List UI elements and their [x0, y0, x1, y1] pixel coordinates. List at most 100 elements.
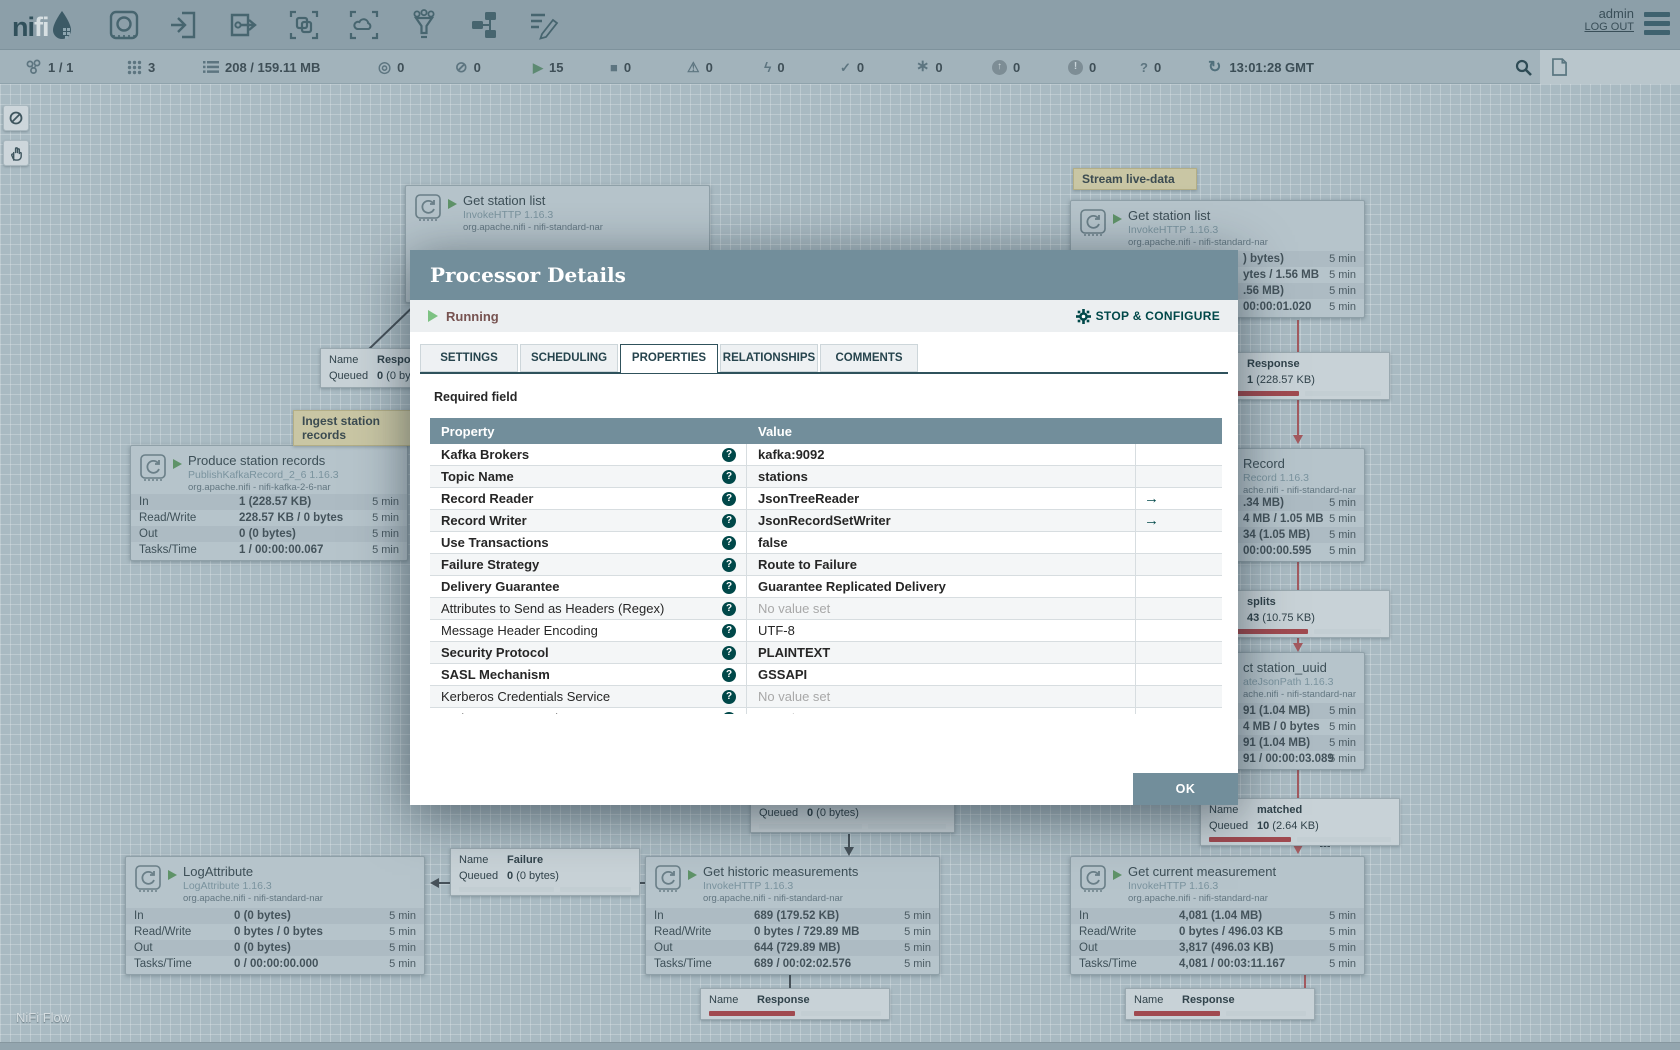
go-to-service-icon[interactable]: →: [1144, 490, 1159, 507]
ok-button[interactable]: OK: [1133, 773, 1238, 805]
property-value: No value set: [747, 708, 1136, 714]
property-value: JsonTreeReader: [747, 488, 1136, 509]
refresh-icon[interactable]: ↻: [1208, 57, 1221, 77]
help-icon[interactable]: ?: [722, 447, 736, 462]
help-icon[interactable]: ?: [722, 469, 736, 484]
stop-and-configure-button[interactable]: STOP & CONFIGURE: [1075, 308, 1220, 324]
help-icon[interactable]: ?: [722, 513, 736, 528]
status-count: 0: [777, 59, 785, 75]
status-count: 3: [148, 59, 156, 75]
help-icon[interactable]: ?: [722, 645, 736, 660]
active-threads-status: 3: [127, 50, 155, 84]
help-icon[interactable]: ?: [722, 535, 736, 550]
hand-icon: [10, 146, 22, 161]
stopped-status: ■ 0: [610, 50, 631, 84]
processor-bundle: org.apache.nifi - nifi-standard-nar: [703, 893, 843, 904]
tab-settings[interactable]: SETTINGS: [420, 344, 518, 372]
search-button[interactable]: [1508, 50, 1538, 84]
property-row: Kerberos Credentials Service? No value se…: [430, 686, 1222, 708]
processor-name: Get historic measurements: [703, 864, 859, 879]
canvas-label-ingest-station-records[interactable]: Ingest station records: [293, 410, 429, 446]
template-icon: [471, 11, 496, 38]
bottom-scroll-strip[interactable]: [0, 1042, 1680, 1050]
processor-name: ct station_uuid: [1243, 660, 1327, 675]
connection-label-failure-loop[interactable]: Name Failure Queued 0 (0 bytes): [450, 848, 640, 896]
input-port-toolbar-button[interactable]: [167, 8, 201, 42]
tab-properties[interactable]: PROPERTIES: [620, 344, 718, 374]
help-icon[interactable]: ?: [722, 689, 736, 704]
help-icon[interactable]: ?: [722, 557, 736, 572]
processor-name: Produce station records: [188, 453, 326, 468]
breadcrumb[interactable]: NiFi Flow: [16, 1010, 70, 1025]
property-name: Kafka Brokers?: [430, 444, 747, 465]
locally-modified-icon: ∗: [916, 58, 930, 75]
processor-stamp-icon: [1080, 209, 1106, 236]
property-row: Attributes to Send as Headers (Regex)? No…: [430, 598, 1222, 620]
stat-row-taskstime: Tasks/Time 4,081 / 00:03:11.167 5 min: [1079, 958, 1356, 970]
process-group-toolbar-button[interactable]: [287, 8, 321, 42]
remote-process-group-toolbar-button[interactable]: [347, 8, 381, 42]
tab-comments[interactable]: COMMENTS: [820, 344, 918, 372]
help-icon[interactable]: ?: [722, 711, 736, 714]
logout-link[interactable]: LOG OUT: [1584, 21, 1634, 33]
processor-get-current-measurement[interactable]: Get current measurement InvokeHTTP 1.16.3…: [1070, 836, 1365, 975]
help-icon[interactable]: ?: [722, 623, 736, 638]
processor-stamp-icon: [415, 194, 441, 221]
status-count: 0: [935, 59, 943, 75]
processor-type: InvokeHTTP 1.16.3: [703, 880, 794, 892]
property-name: Kerberos Credentials Service?: [430, 686, 747, 707]
processor-stamp-icon: [1080, 865, 1106, 892]
status-count: 15: [549, 59, 564, 75]
search-icon: [1515, 59, 1532, 76]
locally-modified-stale-icon: !: [1068, 59, 1083, 75]
property-value: false: [747, 532, 1136, 553]
transmitting-icon: ◎: [378, 58, 392, 76]
up-to-date-icon: ✓: [840, 59, 851, 75]
canvas-hand-button[interactable]: [3, 140, 29, 166]
property-name: Topic Name?: [430, 466, 747, 487]
help-icon[interactable]: ?: [722, 667, 736, 682]
tab-scheduling[interactable]: SCHEDULING: [520, 344, 618, 372]
funnel-toolbar-button[interactable]: [407, 8, 441, 42]
processor-get-historic-measurements[interactable]: Get historic measurements InvokeHTTP 1.16…: [645, 856, 940, 975]
status-count: 0: [1089, 59, 1097, 75]
connection-label-matched[interactable]: Name matched Queued 10 (2.64 KB): [1200, 798, 1400, 846]
tab-relationships[interactable]: RELATIONSHIPS: [720, 344, 818, 372]
run-indicator-icon: [1113, 870, 1122, 880]
run-indicator-icon: [1113, 214, 1122, 224]
go-to-service-icon[interactable]: →: [1144, 512, 1159, 529]
label-toolbar-button[interactable]: [527, 8, 561, 42]
property-name: Security Protocol?: [430, 642, 747, 663]
run-indicator-icon: [173, 459, 182, 469]
help-icon[interactable]: ?: [722, 601, 736, 616]
property-row: Topic Name? stations: [430, 466, 1222, 488]
search-panel[interactable]: [1540, 50, 1680, 84]
property-value: Guarantee Replicated Delivery: [747, 576, 1136, 597]
status-count: 1 / 1: [48, 59, 74, 75]
template-toolbar-button[interactable]: [467, 8, 501, 42]
status-count: 0: [473, 59, 481, 75]
processor-produce-station-records[interactable]: Produce station records PublishKafkaRecor…: [130, 445, 408, 561]
help-icon[interactable]: ?: [722, 491, 736, 506]
property-value: No value set: [747, 598, 1136, 619]
queue-progress-bars: [1209, 837, 1391, 842]
status-count: 0: [1153, 59, 1162, 75]
output-port-toolbar-button[interactable]: [227, 8, 261, 42]
status-count: 0: [705, 59, 713, 75]
stat-row-in: In 4,081 (1.04 MB) 5 min: [1071, 908, 1364, 924]
queued-icon: [203, 60, 219, 74]
connection-label-response-bottom-middle[interactable]: Name Response: [700, 988, 890, 1020]
global-menu-button[interactable]: [1644, 12, 1670, 39]
help-icon[interactable]: ?: [722, 579, 736, 594]
username: admin: [1598, 6, 1634, 21]
property-value: Route to Failure: [747, 554, 1136, 575]
property-value: GSSAPI: [747, 664, 1136, 685]
run-indicator-icon: [688, 870, 697, 880]
canvas-label-stream-live-data[interactable]: Stream live-data: [1073, 168, 1197, 190]
connection-label-response-bottom-right[interactable]: Name Response: [1125, 988, 1315, 1020]
processor-toolbar-button[interactable]: [107, 8, 141, 42]
compass-icon: [9, 111, 23, 125]
status-count: 0: [1013, 59, 1021, 75]
processor-logattribute[interactable]: LogAttribute LogAttribute 1.16.3 org.apach…: [125, 856, 425, 975]
canvas-compass-button[interactable]: [3, 105, 29, 131]
